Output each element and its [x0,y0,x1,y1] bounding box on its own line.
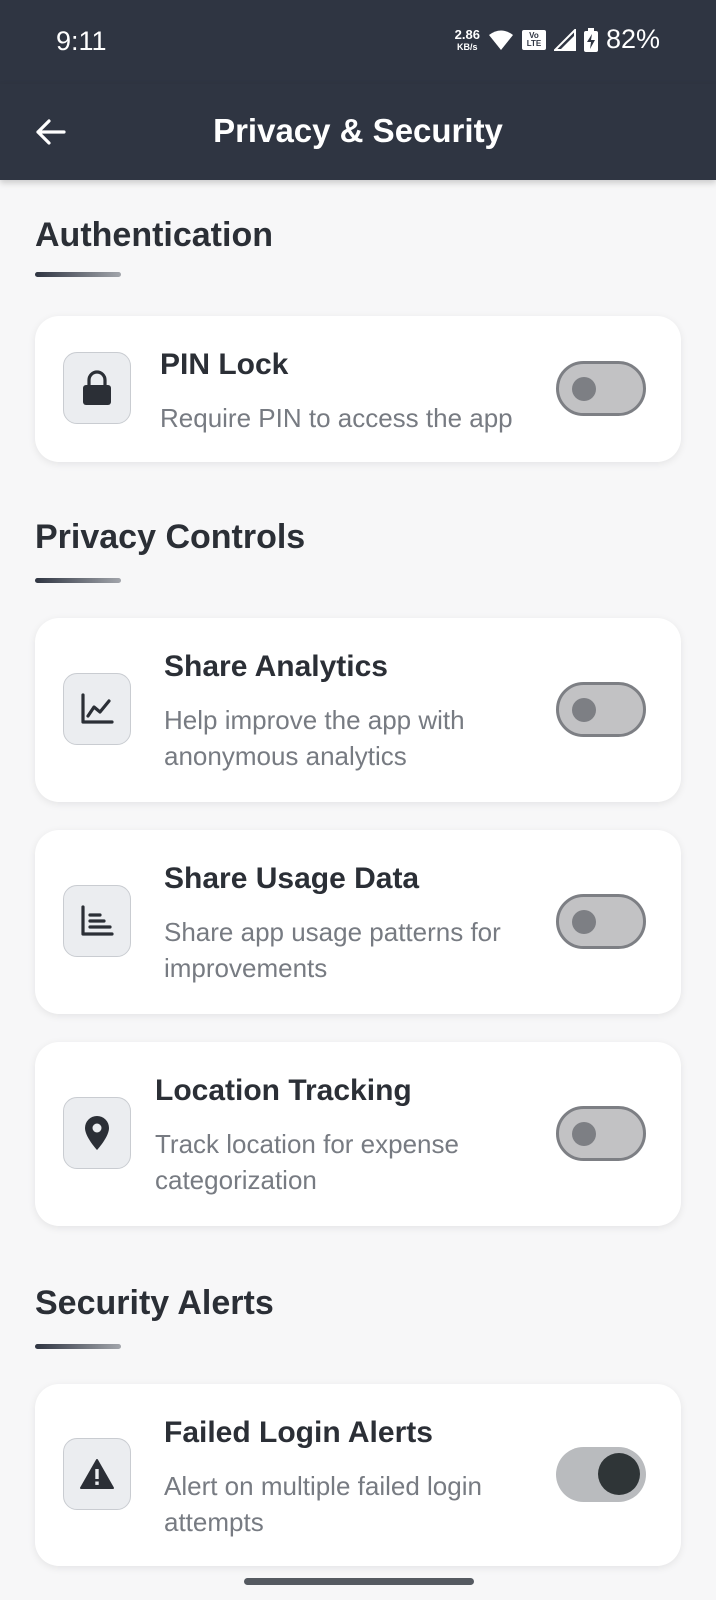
network-speed-unit: KB/s [457,41,478,52]
setting-card-failed-login-alerts: Failed Login Alerts Alert on multiple fa… [35,1384,681,1566]
list-chart-icon [81,905,114,936]
setting-card-location-tracking: Location Tracking Track location for exp… [35,1042,681,1226]
share-analytics-toggle[interactable] [556,682,646,737]
section-underline [35,1344,121,1349]
location-pin-icon [85,1116,109,1150]
setting-card-share-analytics: Share Analytics Help improve the app wit… [35,618,681,802]
volte-icon: Vo LTE [521,29,546,50]
section-title-privacy-controls: Privacy Controls [35,518,306,556]
setting-icon-box [63,673,131,745]
cell-signal-icon [553,28,576,51]
setting-icon-box [63,885,131,957]
status-time: 9:11 [56,26,107,56]
page-title: Privacy & Security [213,112,503,149]
setting-card-share-usage-data: Share Usage Data Share app usage pattern… [35,830,681,1014]
chart-icon [81,693,114,724]
lock-icon [83,370,111,405]
home-indicator[interactable] [244,1578,474,1585]
toggle-knob [572,1122,596,1146]
toggle-knob [572,377,596,401]
location-tracking-toggle[interactable] [556,1106,646,1161]
wifi-icon [488,30,513,50]
setting-title: PIN Lock [160,348,289,381]
setting-title: Share Analytics [164,650,388,683]
volte-bottom: LTE [526,38,542,48]
status-bar: 9:11 2.86 KB/s Vo LTE 82% [0,0,716,84]
section-underline [35,272,121,277]
setting-card-pin-lock: PIN Lock Require PIN to access the app [35,316,681,462]
status-icons: 2.86 KB/s Vo LTE 82% [455,24,660,55]
pin-lock-toggle[interactable] [556,361,646,416]
network-speed: 2.86 KB/s [455,28,480,52]
toggle-knob [598,1453,640,1495]
section-title-authentication: Authentication [35,216,273,254]
setting-description: Share app usage patterns for improvement… [164,917,501,983]
section-title-security-alerts: Security Alerts [35,1284,274,1322]
share-usage-data-toggle[interactable] [556,894,646,949]
setting-icon-box [63,1097,131,1169]
setting-title: Location Tracking [155,1074,412,1107]
app-bar: Privacy & Security [0,84,716,180]
setting-description: Require PIN to access the app [160,403,513,433]
setting-title: Failed Login Alerts [164,1416,433,1449]
battery-percentage: 82% [605,24,660,54]
setting-description: Alert on multiple failed login attempts [164,1471,482,1537]
failed-login-alerts-toggle[interactable] [556,1447,646,1502]
network-speed-value: 2.86 [454,26,480,42]
setting-description: Track location for expense categorizatio… [155,1129,459,1195]
toggle-knob [572,910,596,934]
battery-charging-icon [583,27,598,52]
warning-icon [80,1459,114,1489]
setting-title: Share Usage Data [164,862,420,895]
setting-icon-box [63,352,131,424]
setting-icon-box [63,1438,131,1510]
section-underline [35,578,121,583]
setting-description: Help improve the app with anonymous anal… [164,705,465,771]
toggle-knob [572,698,596,722]
